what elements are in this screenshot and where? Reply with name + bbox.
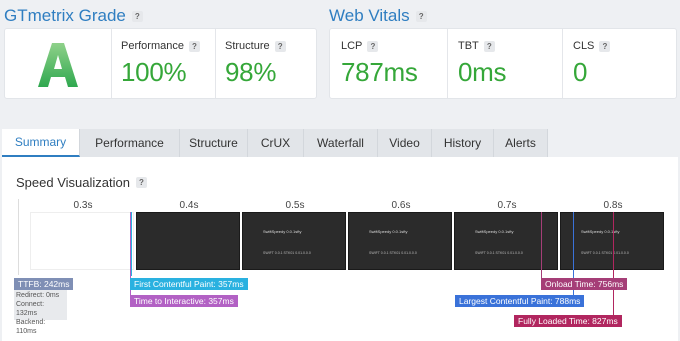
fcp-marker-line: [131, 212, 132, 276]
frame-label: 0.4s: [179, 200, 199, 211]
tab-crux[interactable]: CrUX: [248, 129, 304, 157]
ttfb-badge: TTFB: 242ms: [14, 278, 74, 290]
tab-alerts[interactable]: Alerts: [494, 129, 548, 157]
fully-loaded-marker-line: [613, 212, 614, 315]
performance-metric: Performance ? 100%: [121, 40, 200, 88]
onload-marker-line: [541, 212, 542, 280]
filmstrip-frame[interactable]: SwiftSpeedy 0.0.1sfty SWIFT 0.0.1 STK01 …: [560, 212, 664, 270]
tab-history[interactable]: History: [432, 129, 494, 157]
filmstrip-frame[interactable]: SwiftSpeedy 0.0.1sfty SWIFT 0.0.1 STK01 …: [348, 212, 452, 270]
web-vitals-card: LCP ? 787ms TBT ? 0ms CLS ? 0: [329, 28, 677, 99]
help-icon[interactable]: ?: [131, 10, 143, 22]
timeline-edge: [18, 199, 19, 275]
frame-label: 0.6s: [391, 200, 411, 211]
vitals-divider: [447, 29, 448, 98]
help-icon[interactable]: ?: [599, 40, 611, 52]
metric-divider: [215, 29, 216, 98]
tab-summary[interactable]: Summary: [2, 129, 80, 157]
performance-value: 100%: [121, 57, 187, 87]
cls-value: 0: [573, 57, 588, 87]
gtmetrix-grade-title: GTmetrix Grade ?: [4, 6, 143, 26]
fcp-badge: First Contentful Paint: 357ms: [130, 278, 248, 290]
grade-divider: [111, 29, 112, 98]
tbt-value: 0ms: [458, 57, 507, 87]
web-vitals-title: Web Vitals ?: [329, 6, 427, 26]
help-icon[interactable]: ?: [483, 40, 495, 52]
fully-loaded-badge: Fully Loaded Time: 827ms: [514, 315, 622, 327]
help-icon[interactable]: ?: [367, 40, 379, 52]
grade-a-icon: [38, 43, 78, 87]
cls-metric: CLS ? 0: [573, 40, 611, 88]
structure-value: 98%: [225, 57, 277, 87]
tab-structure[interactable]: Structure: [180, 129, 248, 157]
structure-metric: Structure ? 98%: [225, 40, 286, 88]
lcp-metric: LCP ? 787ms: [341, 40, 418, 87]
lcp-badge: Largest Contentful Paint: 788ms: [455, 295, 585, 307]
vitals-divider: [562, 29, 563, 98]
speed-visualization-title: Speed Visualization ?: [16, 175, 147, 190]
frame-label: 0.3s: [73, 200, 93, 211]
frame-label: 0.8s: [603, 200, 623, 211]
report-tabs: Summary Performance Structure CrUX Water…: [2, 129, 548, 157]
help-icon[interactable]: ?: [415, 10, 427, 22]
onload-badge: Onload Time: 756ms: [541, 278, 628, 290]
tab-waterfall[interactable]: Waterfall: [304, 129, 378, 157]
tti-badge: Time to Interactive: 357ms: [130, 295, 238, 307]
filmstrip-frame[interactable]: [30, 212, 134, 270]
tab-performance[interactable]: Performance: [80, 129, 180, 157]
filmstrip-frame[interactable]: SwiftSpeedy 0.0.1sfty SWIFT 0.0.1 STK01 …: [242, 212, 346, 270]
help-icon[interactable]: ?: [135, 177, 147, 188]
frame-label: 0.5s: [285, 200, 305, 211]
filmstrip-frame[interactable]: SwiftSpeedy 0.0.1sfty SWIFT 0.0.1 STK01 …: [454, 212, 558, 270]
frame-label: 0.7s: [497, 200, 517, 211]
help-icon[interactable]: ?: [274, 40, 286, 52]
lcp-value: 787ms: [341, 57, 418, 87]
tbt-metric: TBT ? 0ms: [458, 40, 507, 87]
filmstrip-frame[interactable]: [136, 212, 240, 270]
grade-card: Performance ? 100% Structure ? 98%: [4, 28, 317, 99]
tab-video[interactable]: Video: [378, 129, 432, 157]
ttfb-detail: Redirect: 0ms Connect: 132ms Backend: 11…: [14, 290, 67, 335]
help-icon[interactable]: ?: [188, 40, 200, 52]
